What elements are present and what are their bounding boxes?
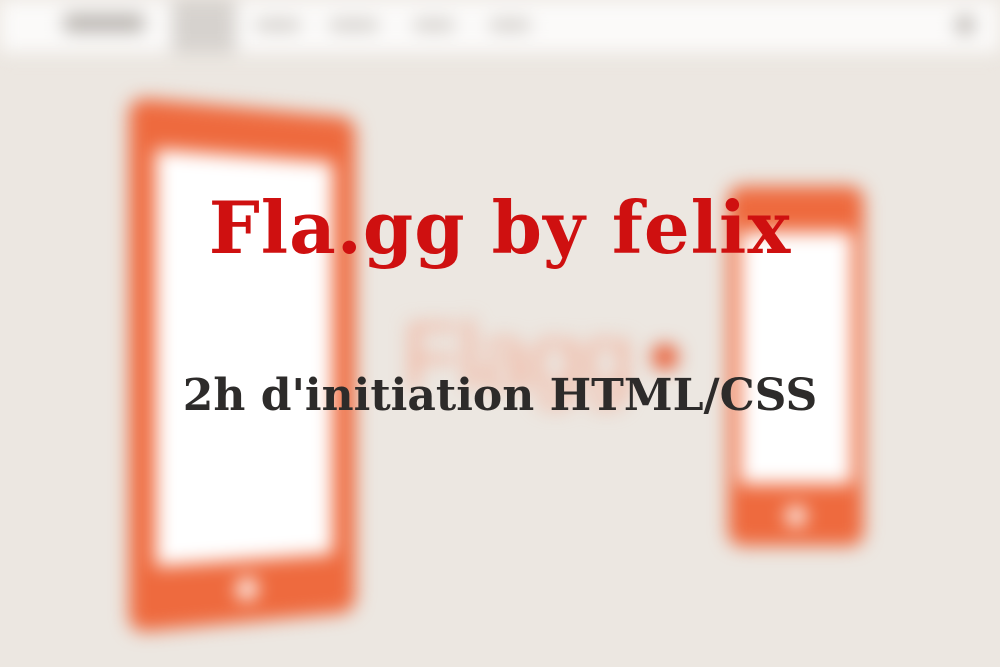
blurred-logo (64, 14, 144, 32)
slide: Flagg Fla.gg by felix 2h d'initiation HT… (0, 0, 1000, 667)
blurred-user-icon (956, 16, 974, 34)
slide-subtitle: 2h d'initiation HTML/CSS (182, 370, 818, 421)
blurred-brand-dot (652, 344, 678, 370)
blurred-nav-item (414, 20, 454, 30)
blurred-navbar (0, 0, 1000, 53)
blurred-nav-item (490, 20, 530, 30)
blurred-nav-item (256, 20, 300, 30)
slide-title: Fla.gg by felix (208, 185, 792, 270)
phone-home-button (786, 506, 806, 526)
blurred-active-tab (172, 0, 236, 52)
tablet-icon (129, 97, 356, 633)
blurred-background-screenshot: Flagg (0, 0, 1000, 667)
tablet-home-button (236, 577, 258, 601)
blurred-nav-item (330, 20, 378, 30)
